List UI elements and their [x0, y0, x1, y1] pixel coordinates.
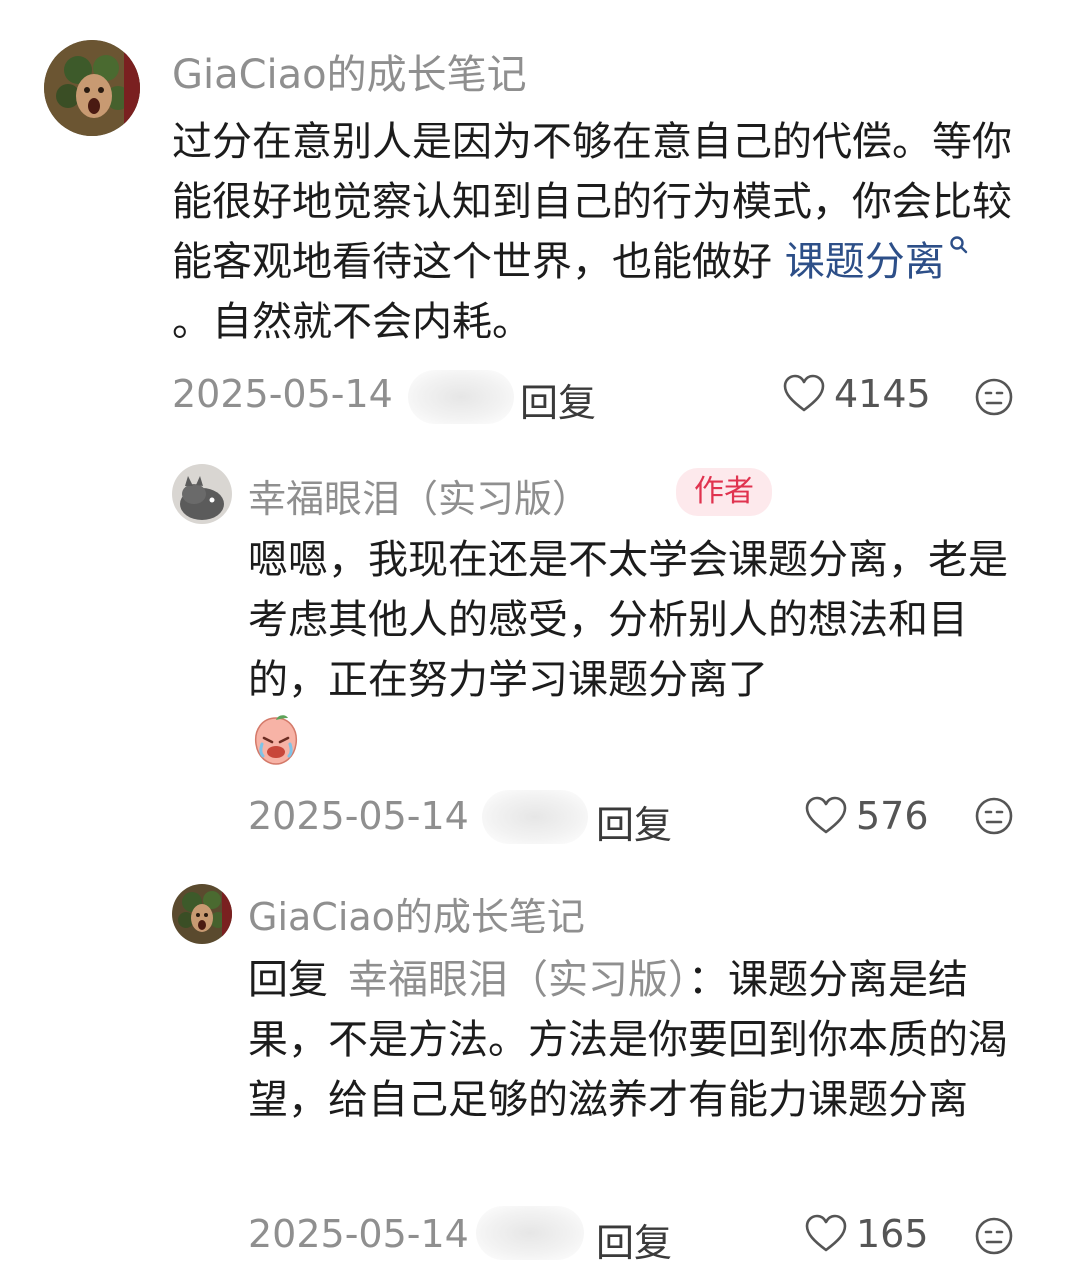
comment-text: 嗯嗯，我现在还是不太学会课题分离，老是考虑其他人的感受，分析别人的想法和目的，正… [248, 537, 1008, 703]
heart-icon [805, 796, 847, 834]
blurred-location [408, 370, 514, 424]
reply-button[interactable]: 回复 [596, 1212, 672, 1267]
search-icon [950, 236, 967, 254]
reply-colon: ： [688, 957, 728, 1003]
comment-2: 幸福眼泪（实习版） 作者 嗯嗯，我现在还是不太学会课题分离，老是考虑其他人的感受… [0, 440, 1080, 860]
comment-date: 2025-05-14 [248, 794, 469, 838]
author-badge: 作者 [676, 468, 772, 516]
topic-link[interactable]: 课题分离 [785, 236, 971, 285]
topic-link-label[interactable]: 课题分离 [785, 239, 945, 285]
comment-3: GiaCiao的成长笔记 回复 幸福眼泪（实习版）：课题分离是结果，不是方法。方… [0, 860, 1080, 1265]
reply-prefix: 回复 [248, 957, 328, 1003]
comment-date: 2025-05-14 [172, 372, 393, 416]
like-button[interactable]: 576 [804, 794, 929, 838]
heart-icon [805, 1214, 847, 1252]
like-count: 165 [856, 1212, 929, 1256]
blurred-location [482, 790, 588, 844]
comment-text: 回复 幸福眼泪（实习版）：课题分离是结果，不是方法。方法是你要回到你本质的渴望，… [248, 950, 1038, 1130]
dislike-icon[interactable] [974, 377, 1014, 417]
emoji [250, 712, 302, 766]
comment-date: 2025-05-14 [248, 1212, 469, 1256]
dislike-icon[interactable] [974, 796, 1014, 836]
comment-text-part: 。自然就不会内耗。 [172, 299, 532, 345]
username[interactable]: GiaCiao的成长笔记 [248, 886, 585, 941]
comment-1: GiaCiao的成长笔记 过分在意别人是因为不够在意自己的代偿。等你能很好地觉察… [0, 0, 1080, 440]
reply-target-username[interactable]: 幸福眼泪（实习版） [348, 957, 688, 1003]
avatar[interactable] [172, 884, 232, 944]
avatar[interactable] [44, 40, 140, 136]
heart-icon [783, 374, 825, 412]
like-count: 576 [856, 794, 929, 838]
comment-text: 过分在意别人是因为不够在意自己的代偿。等你能很好地觉察认知到自己的行为模式，你会… [172, 112, 1022, 352]
username[interactable]: GiaCiao的成长笔记 [172, 42, 527, 100]
blurred-location [476, 1206, 584, 1260]
username[interactable]: 幸福眼泪（实习版） [248, 468, 590, 523]
reply-button[interactable]: 回复 [596, 794, 672, 849]
dislike-icon[interactable] [974, 1216, 1014, 1256]
avatar[interactable] [172, 464, 232, 524]
like-count: 4145 [834, 372, 931, 416]
reply-button[interactable]: 回复 [520, 372, 596, 427]
like-button[interactable]: 4145 [782, 372, 931, 416]
like-button[interactable]: 165 [804, 1212, 929, 1256]
